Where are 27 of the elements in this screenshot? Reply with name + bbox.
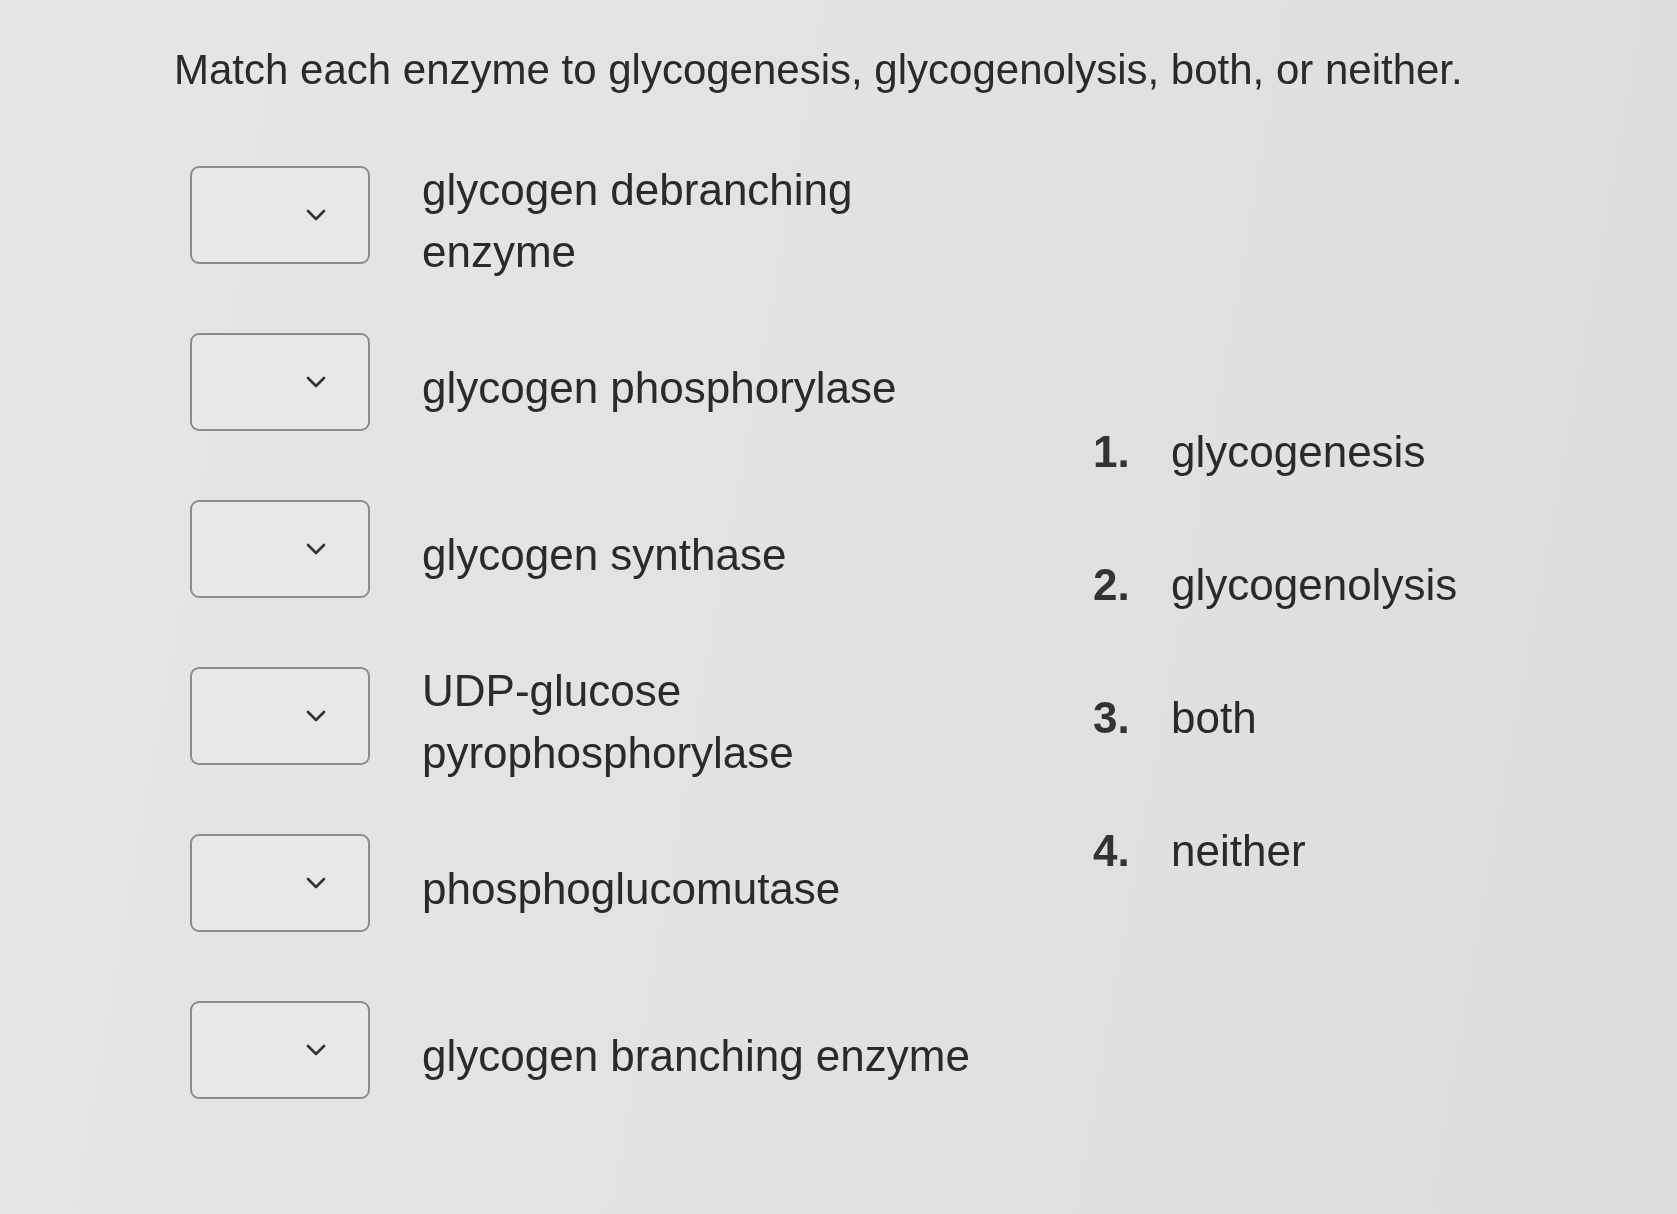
chevron-down-icon — [306, 542, 326, 555]
enzyme-label: UDP-glucose pyrophosphorylase — [422, 664, 794, 779]
enzyme-label: glycogen debranching enzyme — [422, 163, 853, 278]
option-number: 2. — [1093, 560, 1131, 610]
option-number: 3. — [1093, 693, 1131, 743]
question-prompt: Match each enzyme to glycogenesis, glycogenolysis, both, or neither. — [174, 45, 1463, 95]
enzyme-label: glycogen synthase — [422, 528, 787, 581]
dropdown-select[interactable] — [190, 833, 370, 932]
option-number: 4. — [1093, 826, 1131, 876]
chevron-down-icon — [306, 1043, 326, 1056]
chevron-down-icon — [306, 375, 326, 388]
dropdown-select[interactable] — [190, 1000, 370, 1099]
enzyme-label: glycogen phosphorylase — [422, 361, 897, 414]
chevron-down-icon — [306, 876, 326, 889]
dropdown-select[interactable] — [190, 666, 370, 765]
enzyme-label: glycogen branching enzyme — [422, 1029, 970, 1082]
dropdown-select[interactable] — [190, 165, 370, 264]
enzyme-label: phosphoglucomutase — [422, 862, 841, 915]
dropdown-select[interactable] — [190, 499, 370, 598]
chevron-down-icon — [306, 709, 326, 722]
option-label: glycogenesis — [1171, 427, 1426, 477]
option-label: both — [1171, 693, 1257, 743]
option-label: neither — [1171, 826, 1306, 876]
dropdown-select[interactable] — [190, 332, 370, 431]
chevron-down-icon — [306, 208, 326, 221]
option-number: 1. — [1093, 427, 1131, 477]
option-label: glycogenolysis — [1171, 560, 1458, 610]
